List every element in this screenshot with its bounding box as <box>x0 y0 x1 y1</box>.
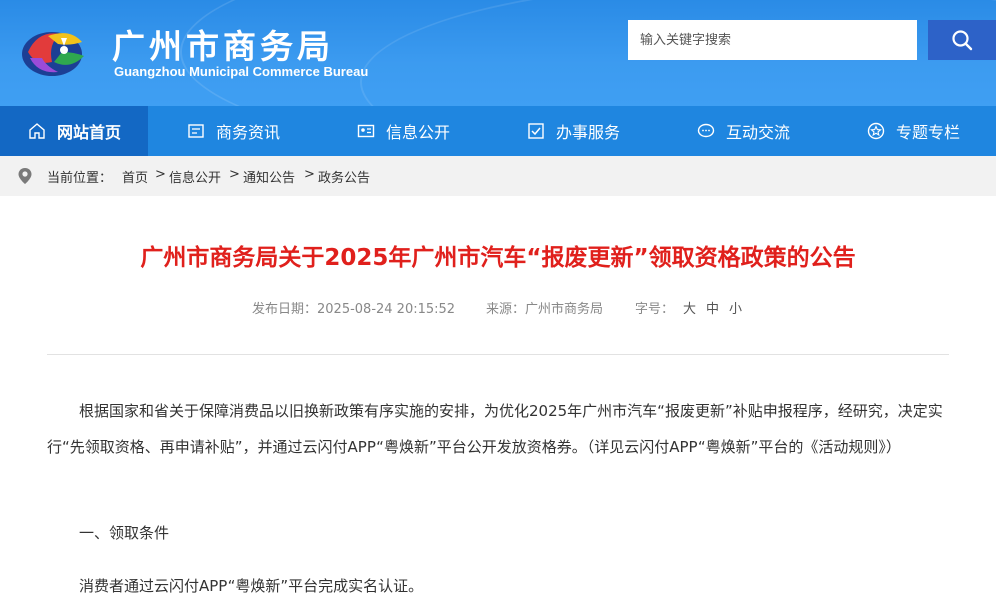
publish-date: 发布日期：2025-08-24 20:15:52 <box>252 302 456 317</box>
breadcrumb-item-home[interactable]: 首页 <box>122 171 148 186</box>
nav-item-label: 网站首页 <box>56 123 121 142</box>
news-icon <box>186 121 206 141</box>
breadcrumb-item-info[interactable]: 信息公开 <box>169 171 221 186</box>
id-card-icon <box>356 121 376 141</box>
main-nav: 网站首页 商务资讯 信息公开 办事服务 互动交流 专题专栏 <box>0 106 996 156</box>
breadcrumb-item-gov[interactable]: 政务公告 <box>318 171 370 186</box>
search-input[interactable] <box>628 20 917 60</box>
home-icon <box>27 121 47 141</box>
nav-item-label: 互动交流 <box>726 123 791 142</box>
breadcrumb-item-notices[interactable]: 通知公告 <box>243 171 295 186</box>
breadcrumb-separator: > <box>304 167 315 182</box>
breadcrumb-separator: > <box>229 167 240 182</box>
nav-item-info[interactable]: 信息公开 <box>356 106 450 156</box>
nav-item-home[interactable]: 网站首页 <box>0 106 148 156</box>
article-paragraph: 根据国家和省关于保障消费品以旧换新政策有序实施的安排，为优化2025年广州市汽车… <box>47 402 943 456</box>
article-paragraph: 消费者通过云闪付APP“粤焕新”平台完成实名认证。 <box>79 577 424 595</box>
star-icon <box>866 121 886 141</box>
article-source: 来源：广州市商务局 <box>486 302 604 317</box>
chat-icon <box>696 121 716 141</box>
nav-item-interaction[interactable]: 互动交流 <box>696 106 790 156</box>
nav-item-services[interactable]: 办事服务 <box>526 106 620 156</box>
article-section-heading: 一、领取条件 <box>79 524 170 542</box>
location-pin-icon <box>18 168 32 184</box>
site-title[interactable]: 广州市商务局 <box>112 20 334 68</box>
breadcrumb-prefix: 当前位置： <box>47 171 113 186</box>
nav-item-label: 办事服务 <box>556 123 621 142</box>
font-size-small[interactable]: 小 <box>729 298 742 317</box>
nav-item-label: 商务资讯 <box>216 123 281 142</box>
city-logo-icon[interactable] <box>18 22 92 80</box>
search-icon <box>952 30 973 51</box>
article-title: 广州市商务局关于2025年广州市汽车“报废更新”领取资格政策的公告 <box>140 245 856 271</box>
checkbox-icon <box>526 121 546 141</box>
divider <box>47 354 949 355</box>
search-button[interactable] <box>928 20 996 60</box>
breadcrumb-separator: > <box>155 167 166 182</box>
site-header: 广州市商务局 Guangzhou Municipal Commerce Bure… <box>0 0 996 106</box>
nav-item-label: 专题专栏 <box>896 123 961 142</box>
nav-item-label: 信息公开 <box>386 123 451 142</box>
nav-item-topics[interactable]: 专题专栏 <box>866 106 960 156</box>
site-subtitle: Guangzhou Municipal Commerce Bureau <box>114 64 369 79</box>
font-size-medium[interactable]: 中 <box>706 298 719 317</box>
breadcrumb: 当前位置： 首页 > 信息公开 > 通知公告 > 政务公告 <box>0 156 996 196</box>
nav-item-news[interactable]: 商务资讯 <box>186 106 280 156</box>
font-size-large[interactable]: 大 <box>683 298 696 317</box>
font-size-label: 字号： <box>635 302 675 317</box>
